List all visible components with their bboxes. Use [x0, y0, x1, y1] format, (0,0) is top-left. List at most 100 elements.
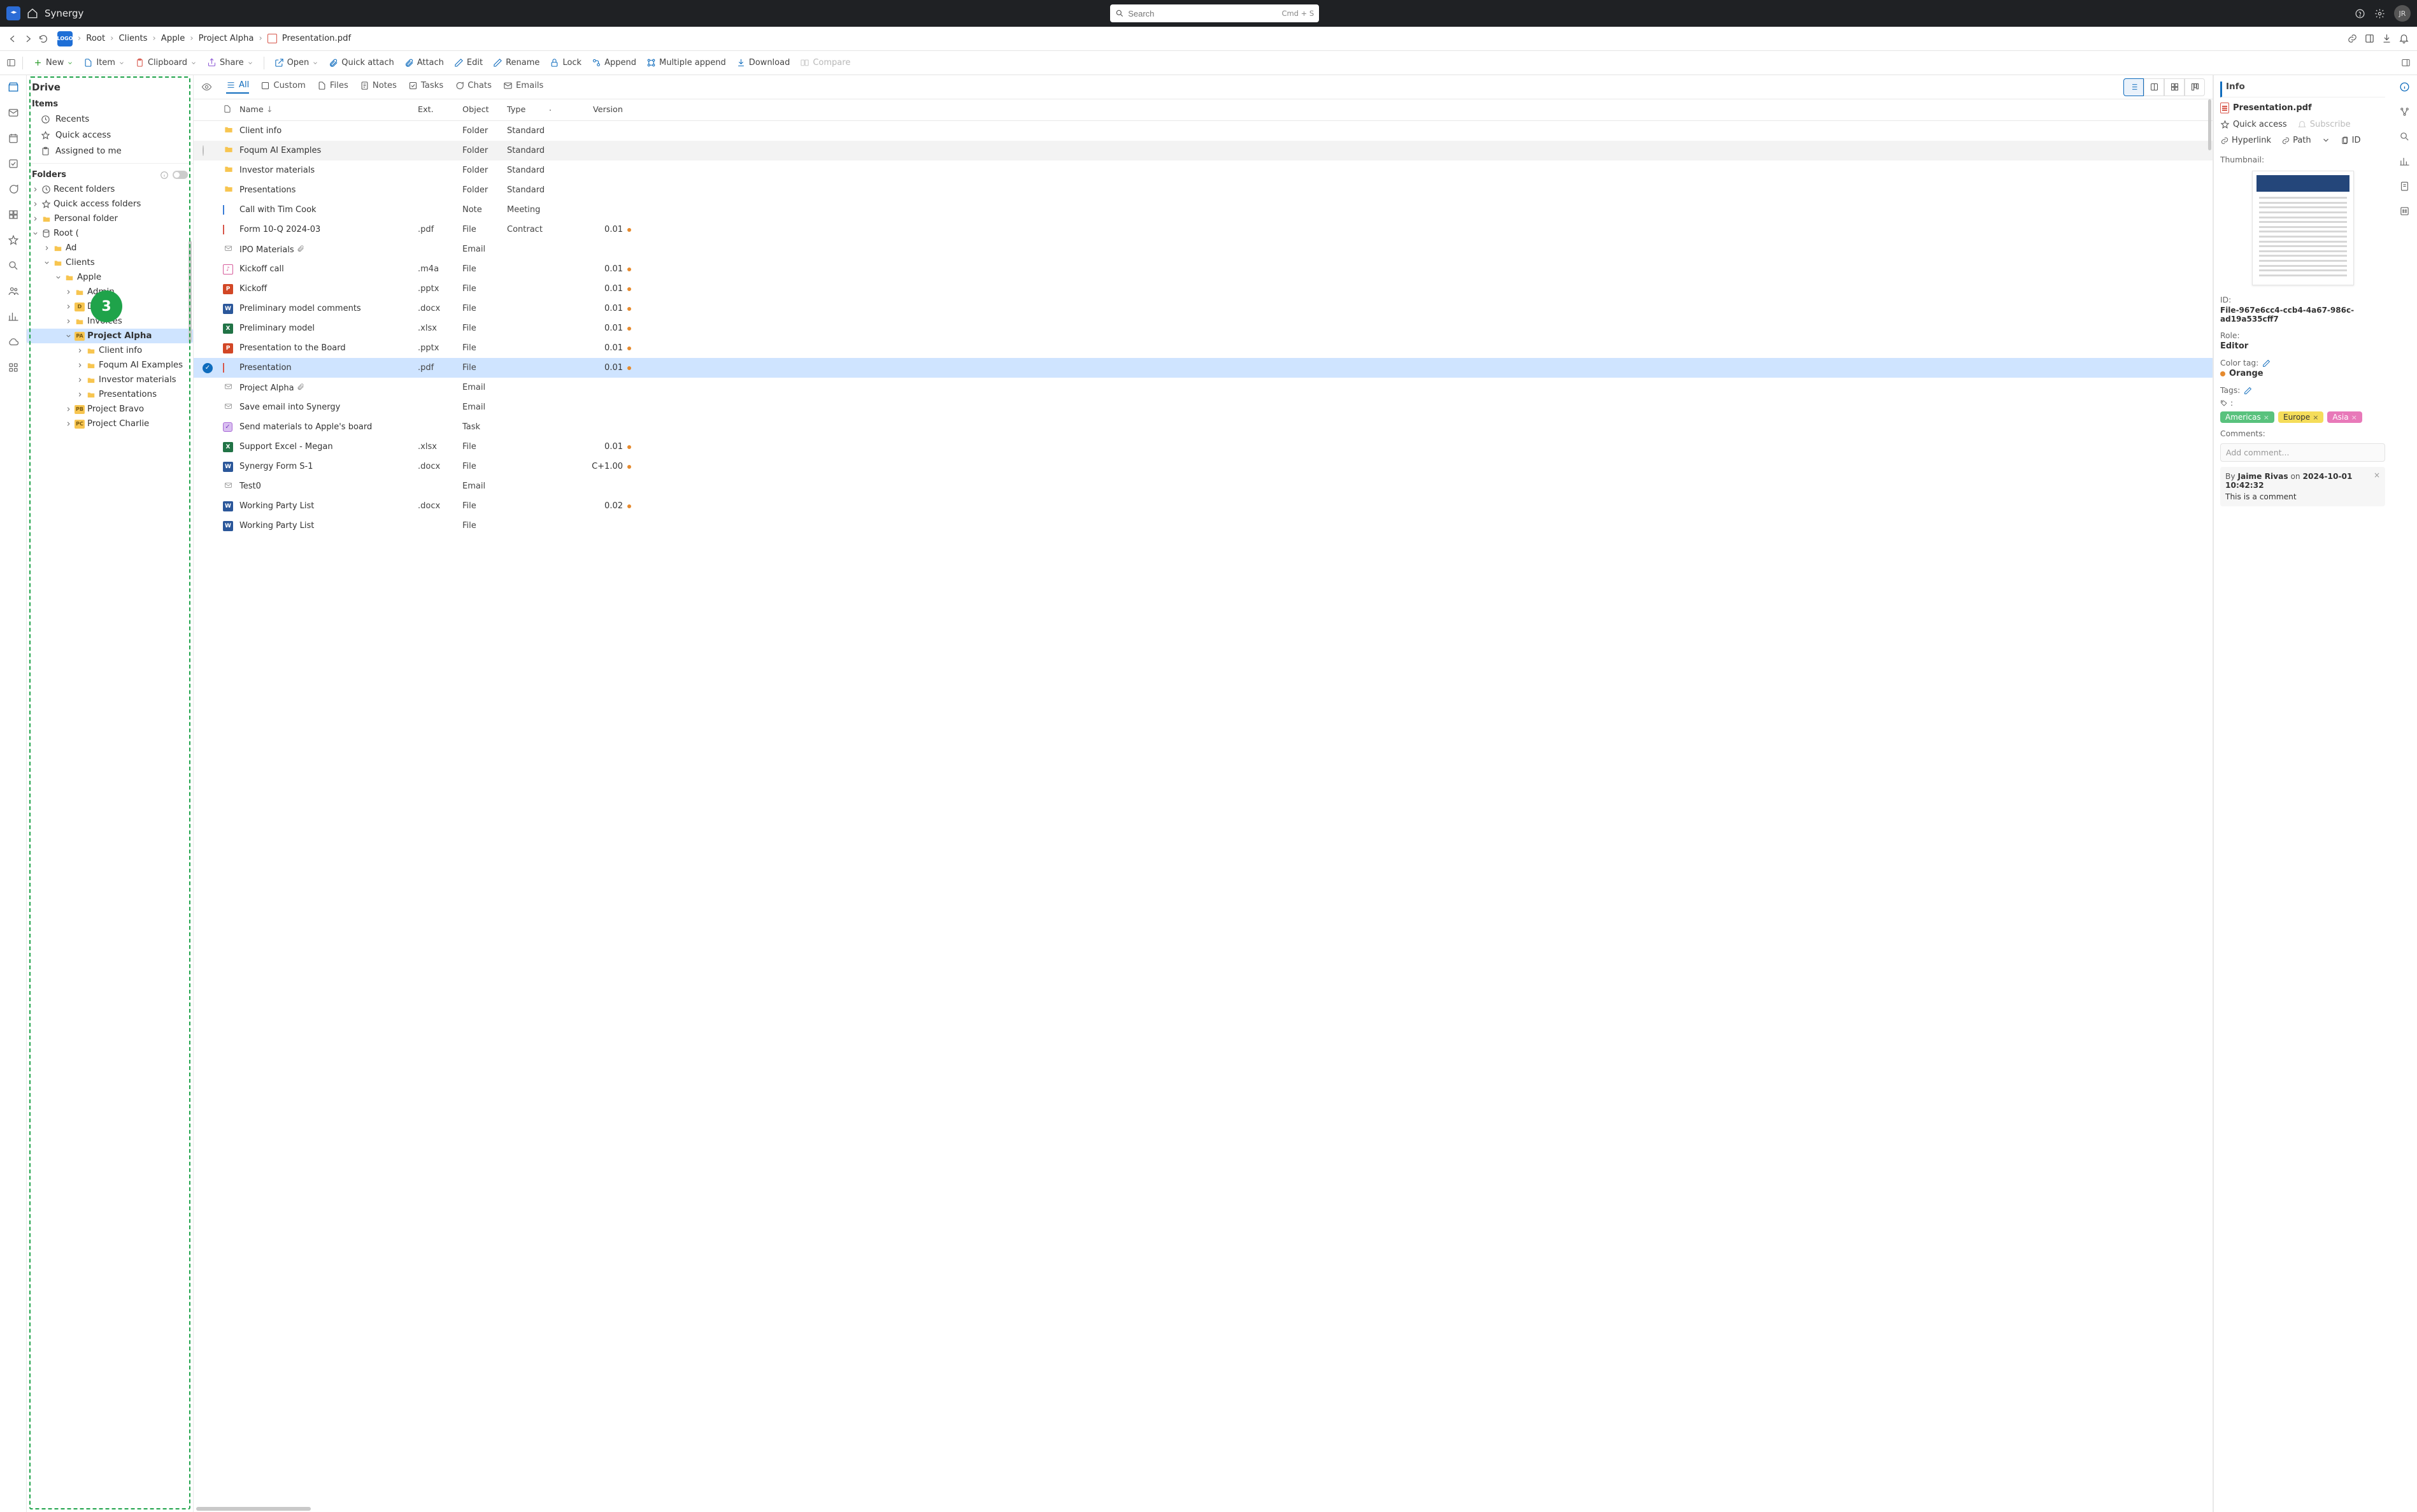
tab-custom[interactable]: Custom [260, 81, 306, 93]
crumb-project-alpha[interactable]: Project Alpha [199, 34, 254, 43]
quick-access-action[interactable]: Quick access [2220, 120, 2287, 129]
download-button[interactable]: Download [732, 56, 794, 69]
app-logo[interactable] [6, 6, 20, 20]
tag-europe[interactable]: Europe× [2278, 411, 2323, 423]
table-row[interactable]: Project AlphaEmail [194, 378, 2213, 397]
tree-pa-foqum[interactable]: Foqum AI Examples [27, 358, 193, 373]
id-action[interactable]: ID [2341, 136, 2361, 145]
inforail-info[interactable] [2399, 82, 2410, 95]
rail-calendar[interactable] [8, 132, 19, 146]
rail-mail[interactable] [8, 107, 19, 121]
view-kanban[interactable] [2185, 78, 2205, 96]
table-row[interactable]: PPresentation to the Board.pptxFile0.01 [194, 338, 2213, 358]
clipboard-button[interactable]: Clipboard [131, 56, 201, 69]
home-icon[interactable] [27, 8, 38, 19]
inforail-search[interactable] [2399, 131, 2410, 145]
rail-analytics[interactable] [8, 311, 19, 325]
quick-attach-button[interactable]: Quick attach [325, 56, 397, 69]
view-list[interactable] [2123, 78, 2144, 96]
hyperlink-action[interactable]: Hyperlink [2220, 136, 2271, 145]
search-input[interactable] [1128, 9, 1281, 18]
avatar[interactable]: JR [2394, 5, 2411, 22]
inforail-tree[interactable] [2399, 106, 2410, 120]
rail-star[interactable] [8, 234, 19, 248]
tree-admin[interactable]: Ad [27, 241, 193, 255]
tag-americas[interactable]: Americas× [2220, 411, 2274, 423]
path-action[interactable]: Path [2281, 136, 2311, 145]
row-checkbox[interactable] [203, 145, 204, 156]
table-row[interactable]: Save email into SynergyEmail [194, 397, 2213, 417]
inforail-notes[interactable] [2399, 181, 2410, 194]
table-row[interactable]: WWorking Party ListFile [194, 516, 2213, 536]
tree-project-alpha[interactable]: PAProject Alpha [27, 329, 193, 343]
thumbnail[interactable] [2252, 171, 2354, 285]
panel-toggle-icon[interactable] [6, 58, 16, 68]
tree-pa-investor[interactable]: Investor materials [27, 373, 193, 387]
th-object[interactable]: Object [460, 105, 504, 115]
rail-people[interactable] [8, 285, 19, 299]
rename-button[interactable]: Rename [489, 56, 543, 69]
table-row[interactable]: Test0Email [194, 476, 2213, 496]
rail-tasks[interactable] [8, 158, 19, 172]
info-icon[interactable] [160, 171, 169, 180]
comment-input[interactable]: Add comment... [2220, 443, 2385, 462]
tree-pa-client-info[interactable]: Client info [27, 343, 193, 358]
table-row[interactable]: Foqum AI ExamplesFolderStandard [194, 141, 2213, 160]
table-row[interactable]: WWorking Party List.docxFile0.02 [194, 496, 2213, 516]
table-row[interactable]: WPreliminary model comments.docxFile0.01 [194, 299, 2213, 318]
th-ext[interactable]: Ext. [415, 105, 460, 115]
tab-chats[interactable]: Chats [455, 81, 492, 93]
tree-clients[interactable]: Clients [27, 255, 193, 270]
bell-icon[interactable] [2399, 33, 2409, 44]
share-button[interactable]: Share [203, 56, 257, 69]
th-name[interactable]: Name ↓ [237, 105, 415, 115]
pencil-icon[interactable] [2262, 359, 2271, 367]
tag-asia[interactable]: Asia× [2327, 411, 2362, 423]
tree-root[interactable]: Root ( [27, 226, 193, 241]
th-type[interactable]: Type [504, 105, 568, 115]
table-row[interactable]: Form 10-Q 2024-03.pdfFileContract0.01 [194, 220, 2213, 239]
crumb-root[interactable]: Root [86, 34, 105, 43]
tab-tasks[interactable]: Tasks [408, 81, 443, 93]
crumb-apple[interactable]: Apple [161, 34, 185, 43]
sidebar-item-quick-access[interactable]: Quick access [27, 127, 193, 143]
tab-emails[interactable]: Emails [503, 81, 543, 93]
inforail-hash[interactable] [2399, 206, 2410, 219]
tree-recent-folders[interactable]: Recent folders [27, 182, 193, 197]
tree-pa-presentations[interactable]: Presentations [27, 387, 193, 402]
sidebar-scrollbar[interactable] [189, 241, 192, 343]
view-grid[interactable] [2164, 78, 2185, 96]
tab-files[interactable]: Files [317, 81, 348, 93]
tree-project-charlie[interactable]: PCProject Charlie [27, 417, 193, 431]
th-version[interactable]: Version [568, 105, 625, 115]
crumb-clients[interactable]: Clients [118, 34, 147, 43]
table-row[interactable]: Investor materialsFolderStandard [194, 160, 2213, 180]
append-button[interactable]: Append [588, 56, 640, 69]
panel-icon[interactable] [2364, 33, 2375, 44]
tab-all[interactable]: All [226, 80, 249, 94]
table-row[interactable]: XPreliminary model.xlsxFile0.01 [194, 318, 2213, 338]
rail-apps[interactable] [8, 362, 19, 376]
back-icon[interactable] [8, 34, 18, 44]
pencil-icon[interactable] [2244, 387, 2252, 395]
item-button[interactable]: Item [80, 56, 129, 69]
rail-chat[interactable] [8, 183, 19, 197]
forward-icon[interactable] [23, 34, 33, 44]
close-icon[interactable]: × [2374, 471, 2380, 480]
org-logo[interactable]: LOGO [57, 31, 73, 46]
table-row[interactable]: PresentationsFolderStandard [194, 180, 2213, 200]
table-hscrollbar[interactable] [196, 1507, 311, 1511]
gear-icon[interactable] [2374, 8, 2385, 19]
table-row[interactable]: XSupport Excel - Megan.xlsxFile0.01 [194, 437, 2213, 457]
rail-cloud[interactable] [8, 336, 19, 350]
table-row[interactable]: PKickoff.pptxFile0.01 [194, 279, 2213, 299]
link-icon[interactable] [2347, 33, 2358, 44]
help-icon[interactable] [2355, 8, 2365, 19]
table-row[interactable]: ♪Kickoff call.m4aFile0.01 [194, 259, 2213, 279]
table-row[interactable]: Presentation.pdfFile0.01 [194, 358, 2213, 378]
view-icon[interactable] [201, 82, 212, 92]
open-button[interactable]: Open [271, 56, 323, 69]
attach-button[interactable]: Attach [401, 56, 448, 69]
rail-grid[interactable] [8, 209, 19, 223]
tree-project-bravo[interactable]: PBProject Bravo [27, 402, 193, 417]
